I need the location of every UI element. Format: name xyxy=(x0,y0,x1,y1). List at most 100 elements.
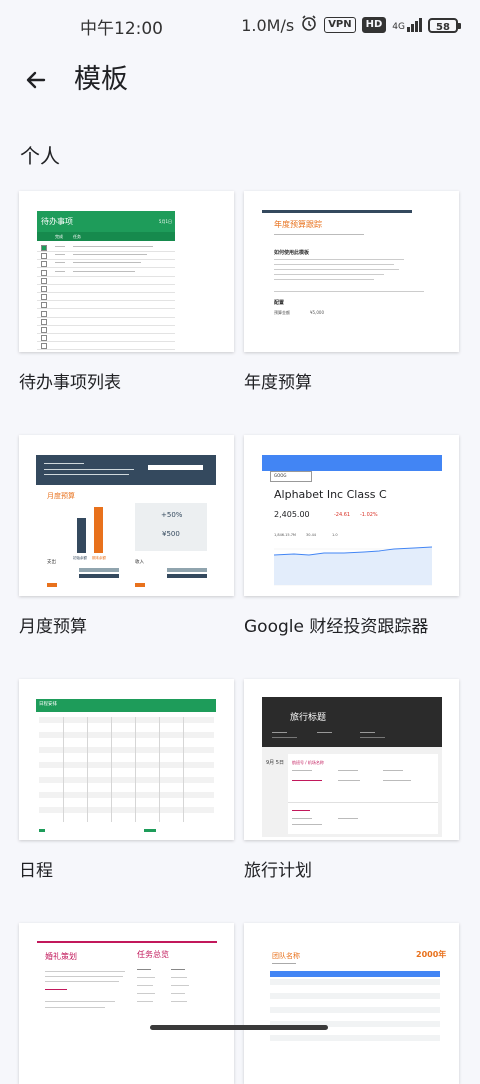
template-thumbnail: 婚礼策划 任务总览 xyxy=(19,923,234,1084)
thumb-grid-row xyxy=(39,792,214,798)
thumb-line-chart xyxy=(273,546,433,586)
thumb-row-line xyxy=(37,267,175,268)
thumb-col-1: 支出 xyxy=(47,560,56,565)
thumb-row-text xyxy=(73,270,135,272)
section-title: 个人 xyxy=(20,144,60,168)
thumb-grid-col xyxy=(135,717,136,822)
thumb-row-line xyxy=(37,251,175,252)
thumb-row-line xyxy=(37,275,175,277)
thumb-ticker-box: GOOG xyxy=(270,471,312,482)
page-title: 模板 xyxy=(74,64,128,95)
template-thumbnail: 月度预算 初始余额 期末余额 +50% ¥500 支出 收入 xyxy=(19,435,234,596)
thumb-change-pct: -1.02% xyxy=(360,512,378,518)
thumb-row-line xyxy=(37,300,175,301)
thumb-heading: 团队名称 xyxy=(272,952,300,960)
thumb-col-header: 完成 任务 xyxy=(37,232,175,241)
template-card-finance-tracker[interactable]: GOOG Alphabet Inc Class C 2,405.00 -24.6… xyxy=(244,435,459,637)
app-bar: 模板 xyxy=(0,52,480,112)
template-label: Google 财经投资跟踪器 xyxy=(244,617,429,637)
thumb-header: 日程安排 xyxy=(36,699,216,712)
thumb-grid-row xyxy=(39,754,214,761)
thumb-corner: 5月1日 xyxy=(158,219,172,224)
thumb-price: 2,405.00 xyxy=(274,510,310,519)
thumb-grid-row xyxy=(39,784,214,791)
signal-label: 4G xyxy=(392,22,405,32)
thumb-col-done: 完成 xyxy=(55,234,63,239)
thumb-row-line xyxy=(37,341,175,342)
gesture-nav-bar[interactable] xyxy=(150,1025,328,1030)
thumb-year: 2000年 xyxy=(416,950,447,959)
thumb-row-text xyxy=(73,262,141,264)
thumb-grid-row xyxy=(39,814,214,821)
template-thumbnail: 日程安排 xyxy=(19,679,234,840)
back-button[interactable] xyxy=(18,62,54,98)
thumb-grid-col xyxy=(159,717,160,822)
thumb-row-date xyxy=(55,246,65,247)
thumb-subheading: 如何使用此模板 xyxy=(274,250,310,256)
template-thumbnail: 待办事项 5月1日 完成 任务 xyxy=(19,191,234,352)
status-bar: 中午12:00 1.0M/s VPN HD 4G 58 xyxy=(0,0,480,52)
thumb-row-line xyxy=(37,292,175,293)
thumb-grid-row xyxy=(39,777,214,783)
thumb-row-line xyxy=(37,283,175,285)
thumb-grid-row xyxy=(39,762,214,768)
thumb-dates: 9月 5日 xyxy=(266,760,284,766)
thumb-heading: 旅行标题 xyxy=(290,713,327,723)
hd-icon: HD xyxy=(361,17,387,33)
thumb-ticker: GOOG xyxy=(274,473,287,478)
template-label: 月度预算 xyxy=(19,617,87,637)
thumb-row-text xyxy=(73,254,147,256)
thumb-row-date xyxy=(55,254,65,256)
alarm-icon xyxy=(300,14,318,36)
thumb-row-line xyxy=(37,349,175,350)
thumb-amount: ¥5,000 xyxy=(310,310,324,315)
template-thumbnail: 旅行标题 9月 5日 航班号 / 机场名称 xyxy=(244,679,459,840)
thumb-grid-row xyxy=(39,747,214,753)
thumb-grid-row xyxy=(39,732,214,738)
thumb-header: 旅行标题 xyxy=(262,697,442,747)
thumb-grid-col xyxy=(111,717,112,822)
template-card-wedding[interactable]: 婚礼策划 任务总览 xyxy=(19,923,234,1084)
thumb-heading: 年度预算跟踪 xyxy=(274,220,322,229)
template-thumbnail: 年度预算跟踪 如何使用此模板 配置 预算金额 ¥5,000 xyxy=(244,191,459,352)
thumb-row-line xyxy=(37,324,175,326)
net-speed: 1.0M/s xyxy=(241,15,295,35)
template-label: 旅行计划 xyxy=(244,861,312,881)
thumb-pct: +50% xyxy=(161,511,183,519)
thumb-table-row xyxy=(270,1014,440,1020)
signal-icon: 4G xyxy=(392,18,422,32)
thumb-row-line xyxy=(37,333,175,334)
thumb-header xyxy=(36,455,216,485)
template-card-todo[interactable]: 待办事项 5月1日 完成 任务 待办事项列表 xyxy=(19,191,234,393)
thumb-subheading-2: 配置 xyxy=(274,300,285,306)
thumb-list: 任务总览 xyxy=(137,950,169,959)
thumb-col-task: 任务 xyxy=(73,234,81,239)
thumb-table-header xyxy=(270,971,440,977)
template-card-monthly-budget[interactable]: 月度预算 初始余额 期末余额 +50% ¥500 支出 收入 月度预算 xyxy=(19,435,234,637)
thumb-summary-box: +50% ¥500 xyxy=(135,503,207,551)
thumb-row-text xyxy=(73,246,153,247)
thumb-beta: 1.0 xyxy=(332,533,338,537)
thumb-grid-row xyxy=(39,724,214,731)
thumb-bar-label-b: 期末余额 xyxy=(92,556,106,560)
thumb-grid-col xyxy=(63,717,64,822)
template-card-annual-budget[interactable]: 年度预算跟踪 如何使用此模板 配置 预算金额 ¥5,000 年度预算 xyxy=(244,191,459,393)
thumb-row-date xyxy=(55,262,65,264)
template-label: 年度预算 xyxy=(244,373,312,393)
thumb-row-line xyxy=(37,259,175,260)
template-card-schedule[interactable]: 日程安排 日程 xyxy=(19,679,234,881)
template-thumbnail: GOOG Alphabet Inc Class C 2,405.00 -24.6… xyxy=(244,435,459,596)
template-card-team[interactable]: 团队名称 2000年 xyxy=(244,923,459,1084)
thumb-heading: 婚礼策划 xyxy=(45,952,77,961)
template-card-travel[interactable]: 旅行标题 9月 5日 航班号 / 机场名称 旅行计划 xyxy=(244,679,459,881)
status-indicators: 1.0M/s VPN HD 4G 58 xyxy=(241,14,461,36)
thumb-heading: 日程安排 xyxy=(39,702,57,707)
thumb-table-row xyxy=(270,1000,440,1006)
template-label: 日程 xyxy=(19,861,53,881)
vpn-icon: VPN xyxy=(324,17,356,33)
thumb-table-row xyxy=(270,1007,440,1013)
thumb-table-row xyxy=(270,993,440,999)
thumb-heading: 待办事项 xyxy=(41,217,73,226)
thumb-topbar xyxy=(262,210,412,213)
template-thumbnail: 团队名称 2000年 xyxy=(244,923,459,1084)
